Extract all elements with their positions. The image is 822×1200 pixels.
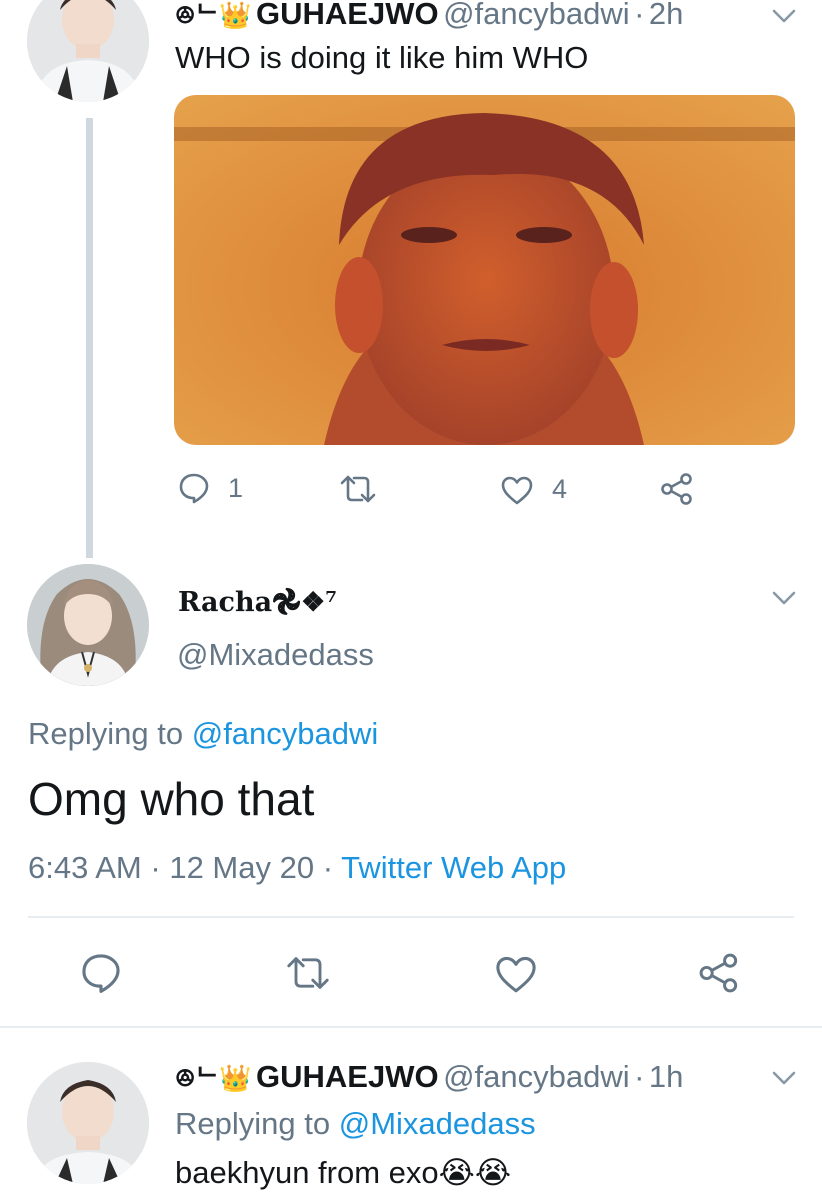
separator-dot: · bbox=[634, 0, 645, 31]
tweet-date: 12 May 20 bbox=[169, 850, 315, 885]
separator-dot: · bbox=[150, 850, 161, 885]
retweet-button[interactable] bbox=[338, 474, 396, 504]
like-button[interactable] bbox=[494, 954, 538, 994]
like-button[interactable]: 4 bbox=[500, 474, 567, 505]
avatar[interactable] bbox=[27, 1062, 149, 1184]
heart-icon bbox=[496, 956, 536, 993]
retweet-icon bbox=[340, 475, 376, 503]
tweet-text: Omg who that bbox=[28, 773, 315, 825]
reply-icon bbox=[179, 473, 209, 504]
tweet-header: ꔮᄂ👑 GUHAEJWO @fancybadwi · 1h bbox=[175, 1058, 683, 1095]
separator-dot: · bbox=[634, 1059, 645, 1094]
tweet-image[interactable] bbox=[174, 95, 795, 445]
replying-to-link[interactable]: @Mixadedass bbox=[339, 1106, 536, 1141]
avatar[interactable] bbox=[27, 0, 149, 102]
divider bbox=[28, 916, 794, 918]
chevron-down-icon[interactable] bbox=[772, 1070, 796, 1086]
thread-line bbox=[86, 118, 93, 558]
chevron-down-icon[interactable] bbox=[772, 8, 796, 24]
avatar[interactable] bbox=[27, 564, 149, 686]
heart-icon bbox=[501, 476, 533, 504]
replying-prefix: Replying to bbox=[28, 716, 184, 751]
user-handle[interactable]: @fancybadwi bbox=[443, 0, 630, 31]
tweet-source-link[interactable]: Twitter Web App bbox=[341, 850, 566, 885]
display-name[interactable]: GUHAEJWO bbox=[256, 0, 439, 31]
tweet-meta: 6:43 AM · 12 May 20 · Twitter Web App bbox=[28, 850, 566, 886]
retweet-icon bbox=[287, 957, 329, 989]
replying-to-link[interactable]: @fancybadwi bbox=[192, 716, 379, 751]
share-icon bbox=[661, 473, 692, 505]
tweet-text: baekhyun from exo😭😭 bbox=[175, 1155, 512, 1190]
reply-button[interactable] bbox=[80, 952, 122, 994]
user-handle[interactable]: @fancybadwi bbox=[443, 1059, 630, 1094]
separator-dot: · bbox=[322, 850, 334, 885]
replying-to: Replying to @Mixadedass bbox=[175, 1106, 536, 1142]
reply-icon bbox=[82, 954, 120, 993]
retweet-button[interactable] bbox=[284, 955, 332, 991]
tweet-header: ꔮᄂ👑 GUHAEJWO @fancybadwi · 2h bbox=[175, 0, 683, 32]
replying-prefix: Replying to bbox=[175, 1106, 331, 1141]
share-button[interactable] bbox=[660, 472, 694, 506]
tweet-text: WHO is doing it like him WHO bbox=[175, 40, 589, 75]
like-count: 4 bbox=[552, 474, 568, 504]
reply-button[interactable]: 1 bbox=[178, 472, 243, 504]
replying-to: Replying to @fancybadwi bbox=[28, 716, 378, 752]
user-badge: ꔮᄂ👑 bbox=[175, 0, 252, 30]
share-button[interactable] bbox=[698, 952, 740, 994]
user-handle[interactable]: @Mixadedass bbox=[177, 637, 374, 673]
tweet-time: 6:43 AM bbox=[28, 850, 142, 885]
divider bbox=[0, 1026, 822, 1028]
display-name[interactable]: Racha𖣘❖⁷ bbox=[178, 582, 337, 619]
reply-count: 1 bbox=[228, 472, 244, 503]
tweet-time[interactable]: 1h bbox=[649, 1059, 683, 1094]
chevron-down-icon[interactable] bbox=[772, 590, 796, 606]
share-icon bbox=[699, 953, 738, 993]
tweet-time[interactable]: 2h bbox=[649, 0, 683, 31]
user-badge: ꔮᄂ👑 bbox=[175, 1063, 252, 1093]
display-name[interactable]: GUHAEJWO bbox=[256, 1059, 439, 1094]
